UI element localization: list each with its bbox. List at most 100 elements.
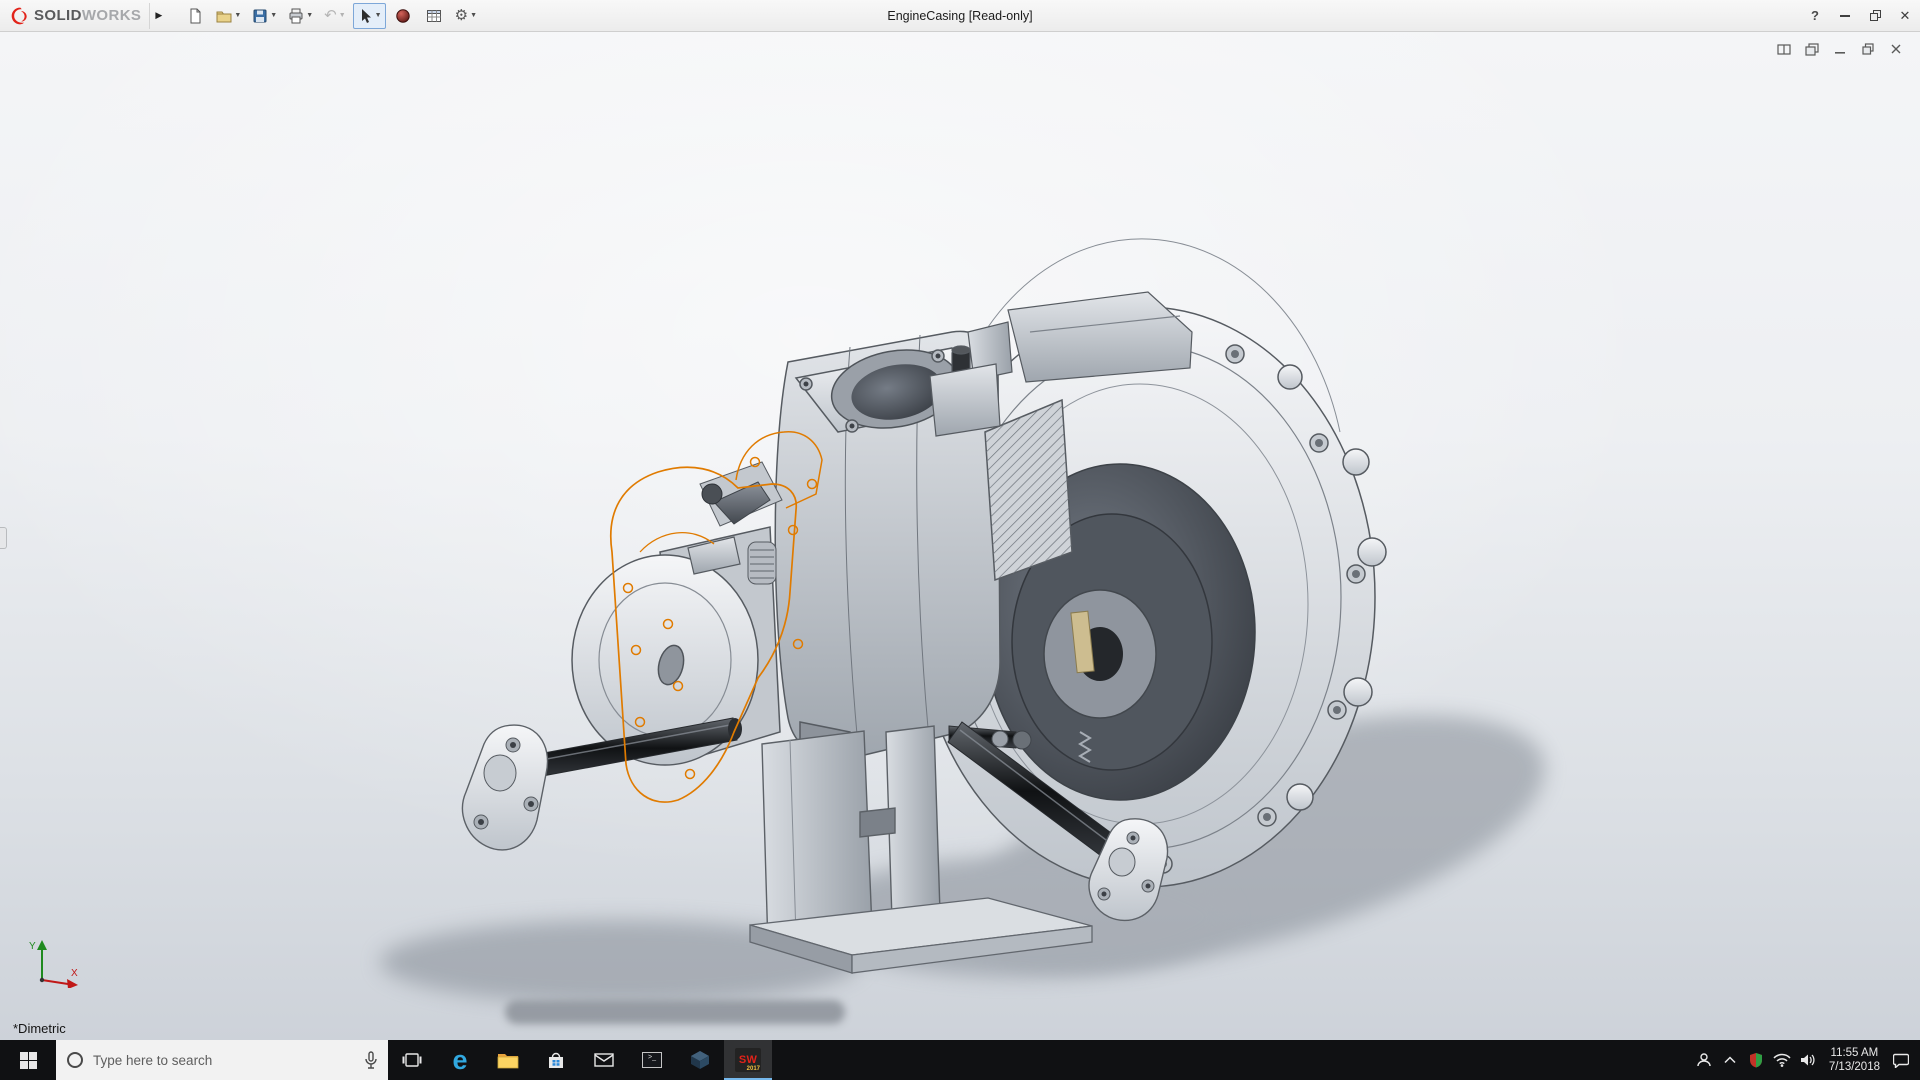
print-icon <box>289 8 303 23</box>
y-axis-arrow-icon <box>37 940 47 950</box>
action-center-icon <box>1893 1053 1909 1068</box>
expander-icon: ▶ <box>155 10 163 20</box>
x-axis-label: X <box>71 968 78 979</box>
mail-button[interactable] <box>580 1040 628 1080</box>
solidworks-taskbar-button[interactable]: SW 2017 <box>724 1040 772 1080</box>
dropdown-caret-icon[interactable]: ▼ <box>470 12 477 19</box>
file-explorer-icon <box>497 1054 519 1069</box>
brand-text-works: WORKS <box>81 6 142 24</box>
start-button[interactable] <box>0 1040 56 1080</box>
appearance-button[interactable] <box>389 3 417 29</box>
open-button[interactable]: ▼ <box>212 3 245 29</box>
task-view-icon <box>402 1053 422 1067</box>
split-window-icon <box>1777 43 1791 55</box>
new-window-button[interactable] <box>1802 40 1822 58</box>
doc-close-button[interactable] <box>1886 40 1906 58</box>
select-cursor-icon <box>361 8 371 23</box>
mail-icon <box>594 1053 614 1067</box>
network-tray-button[interactable] <box>1769 1040 1795 1080</box>
y-axis-label: Y <box>29 941 36 952</box>
hidden-icons-button[interactable] <box>1717 1040 1743 1080</box>
file-explorer-button[interactable] <box>484 1040 532 1080</box>
solidworks-logo: SOLIDWORKS <box>0 6 149 26</box>
taskbar-clock[interactable]: 11:55 AM 7/13/2018 <box>1821 1040 1888 1080</box>
command-prompt-button[interactable]: >_ <box>628 1040 676 1080</box>
chevron-up-icon <box>1724 1056 1736 1064</box>
clock-date: 7/13/2018 <box>1828 1061 1880 1073</box>
doc-restore-icon <box>1862 43 1874 55</box>
antivirus-shield-icon <box>1749 1053 1762 1068</box>
antivirus-tray-button[interactable] <box>1743 1040 1769 1080</box>
cad-app-button[interactable] <box>676 1040 724 1080</box>
clock-time: 11:55 AM <box>1830 1047 1879 1059</box>
dropdown-caret-icon[interactable]: ▼ <box>339 12 346 19</box>
quick-access-toolbar: ▼ ▼ ▼ ↶ ▼ ▼ ⚙ ▼ <box>181 2 481 29</box>
people-icon <box>1697 1053 1711 1067</box>
section-hatch <box>985 400 1072 580</box>
edge-icon: e <box>452 1044 468 1075</box>
command-prompt-icon: >_ <box>642 1052 662 1068</box>
action-center-button[interactable] <box>1888 1040 1914 1080</box>
system-tray: 11:55 AM 7/13/2018 <box>1691 1040 1920 1080</box>
microphone-icon[interactable] <box>364 1051 378 1069</box>
minimize-button[interactable] <box>1830 1 1860 31</box>
x-axis-arrow-icon <box>67 979 78 988</box>
store-bag-icon <box>549 1052 563 1068</box>
help-icon: ? <box>1811 8 1819 23</box>
save-button[interactable]: ▼ <box>248 3 281 29</box>
edge-button[interactable]: e <box>436 1040 484 1080</box>
volume-tray-button[interactable] <box>1795 1040 1821 1080</box>
doc-minimize-icon <box>1835 52 1845 54</box>
dropdown-caret-icon[interactable]: ▼ <box>234 12 241 19</box>
restore-button[interactable] <box>1860 1 1890 31</box>
doc-minimize-button[interactable] <box>1830 40 1850 58</box>
windows-taskbar: e >_ SW 2017 <box>0 1040 1920 1080</box>
store-button[interactable] <box>532 1040 580 1080</box>
orientation-triad: Y X <box>29 940 78 988</box>
taskbar-search[interactable] <box>56 1040 388 1080</box>
appearance-sphere-icon <box>395 8 410 23</box>
cube-app-icon <box>691 1051 709 1069</box>
minimize-icon <box>1840 14 1850 17</box>
undo-icon: ↶ <box>324 7 337 24</box>
select-tool-button[interactable]: ▼ <box>352 2 386 29</box>
dropdown-caret-icon[interactable]: ▼ <box>306 12 313 19</box>
new-document-button[interactable] <box>181 3 209 29</box>
print-button[interactable]: ▼ <box>284 3 317 29</box>
dropdown-caret-icon[interactable]: ▼ <box>270 12 277 19</box>
view-orientation-label: *Dimetric <box>13 1021 66 1036</box>
people-button[interactable] <box>1691 1040 1717 1080</box>
brand-text-solid: SOLID <box>34 6 82 24</box>
app-titlebar: SOLIDWORKS ▶ ▼ ▼ ▼ ↶ ▼ ▼ ⚙ ▼ EngineCasin… <box>0 0 1920 32</box>
windows-logo-icon <box>19 1051 37 1069</box>
undo-button[interactable]: ↶ ▼ <box>320 3 350 29</box>
menu-expander-button[interactable]: ▶ <box>149 2 167 29</box>
close-button[interactable]: ✕ <box>1890 1 1920 31</box>
panel-splitter-handle[interactable] <box>0 527 7 549</box>
gear-icon: ⚙ <box>454 7 469 24</box>
solidworks-app-icon: SW 2017 <box>735 1048 761 1072</box>
search-input[interactable] <box>93 1052 355 1068</box>
open-folder-icon <box>216 11 232 22</box>
volume-icon <box>1800 1054 1815 1066</box>
cortana-ring-icon <box>67 1052 83 1068</box>
help-button[interactable]: ? <box>1800 1 1830 31</box>
task-view-button[interactable] <box>388 1040 436 1080</box>
dropdown-caret-icon[interactable]: ▼ <box>375 12 382 19</box>
new-window-icon <box>1805 42 1819 56</box>
dassault-ds-icon <box>11 7 27 24</box>
restore-icon <box>1869 10 1881 21</box>
document-title: EngineCasing [Read-only] <box>887 9 1033 23</box>
document-window-controls <box>1774 40 1906 58</box>
options-button[interactable]: ⚙ ▼ <box>451 3 481 29</box>
doc-restore-button[interactable] <box>1858 40 1878 58</box>
window-controls: ? ✕ <box>1800 0 1920 32</box>
engine-casing-model[interactable] <box>0 32 1920 1040</box>
split-window-button[interactable] <box>1774 40 1794 58</box>
design-table-button[interactable] <box>420 3 448 29</box>
design-table-icon <box>426 9 441 22</box>
close-icon: ✕ <box>1899 7 1911 23</box>
wifi-icon <box>1773 1053 1791 1067</box>
save-icon <box>253 9 267 22</box>
new-document-icon <box>190 8 201 23</box>
